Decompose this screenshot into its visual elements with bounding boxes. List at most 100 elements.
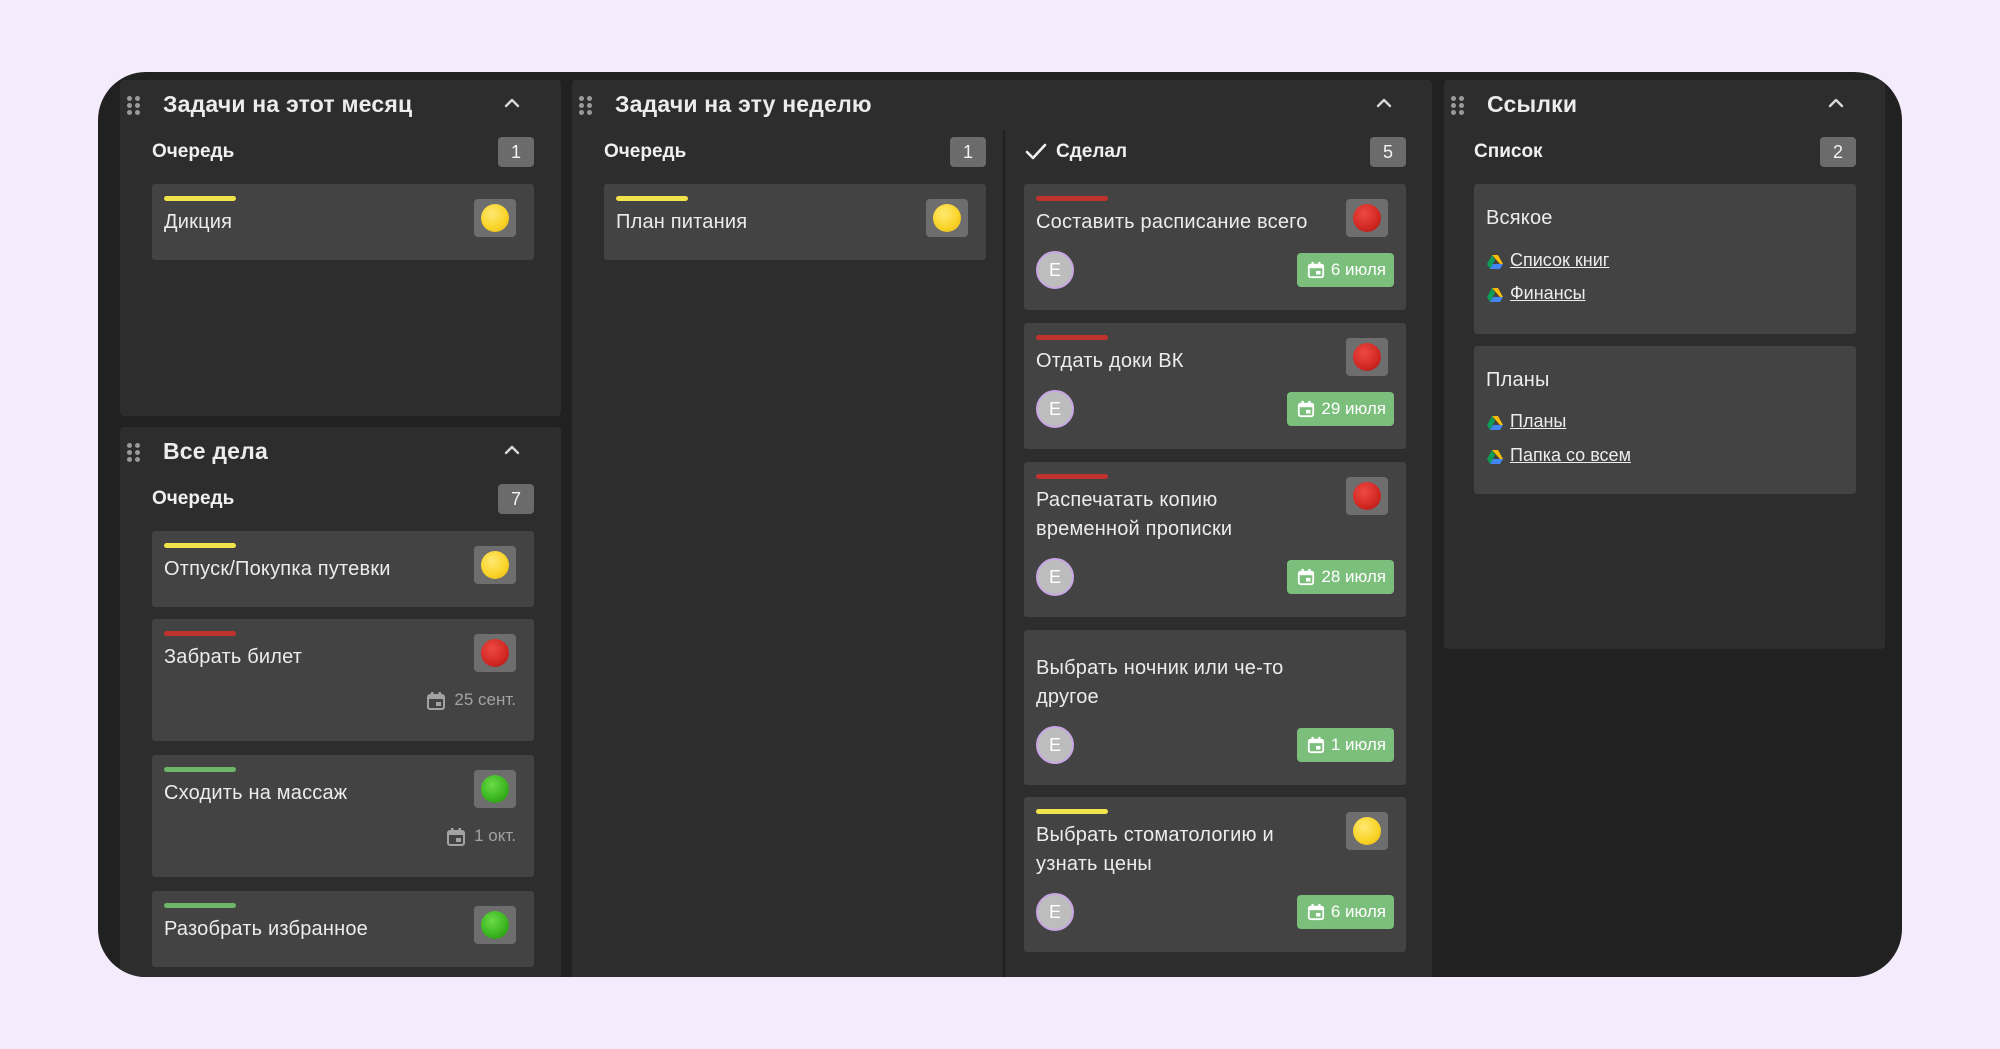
priority-button[interactable] bbox=[1346, 199, 1388, 237]
calendar-icon bbox=[447, 828, 466, 846]
card-title: Всякое bbox=[1486, 207, 1553, 229]
priority-button[interactable] bbox=[1346, 338, 1388, 376]
priority-red-icon bbox=[1353, 482, 1381, 510]
due-date-badge[interactable]: 6 июля bbox=[1296, 253, 1394, 287]
panel-title: Все дела bbox=[163, 438, 268, 464]
due-date-text: 25 сент. bbox=[454, 690, 516, 709]
avatar[interactable]: E bbox=[1036, 893, 1074, 931]
task-card[interactable]: Выбрать стоматологию и узнать цены E 6 и… bbox=[1024, 797, 1406, 952]
card-title: Отдать доки ВК bbox=[1036, 350, 1184, 372]
priority-yellow-icon bbox=[933, 204, 961, 232]
task-card[interactable]: Выбрать ночник или че-то другое E 1 июля bbox=[1024, 630, 1406, 785]
priority-button[interactable] bbox=[474, 906, 516, 944]
link-card[interactable]: Всякое Список книг Финансы bbox=[1474, 184, 1856, 334]
calendar-icon bbox=[1307, 736, 1324, 754]
priority-line bbox=[164, 767, 236, 772]
due-date-text: 28 июля bbox=[1321, 567, 1386, 586]
link-text[interactable]: Финансы bbox=[1510, 283, 1586, 304]
chevron-up-icon[interactable] bbox=[503, 96, 521, 110]
chevron-up-icon[interactable] bbox=[1375, 96, 1393, 110]
google-drive-icon bbox=[1487, 255, 1503, 269]
calendar-icon bbox=[1298, 568, 1315, 586]
card-title: Разобрать избранное bbox=[164, 918, 368, 940]
due-date-badge[interactable]: 28 июля bbox=[1287, 560, 1394, 594]
drag-handle-icon[interactable] bbox=[127, 96, 140, 115]
task-card[interactable]: Составить расписание всего E 6 июля bbox=[1024, 184, 1406, 310]
column-count-badge: 2 bbox=[1820, 137, 1856, 167]
drag-handle-icon[interactable] bbox=[1451, 96, 1464, 115]
card-title: Дикция bbox=[164, 211, 233, 233]
card-title-line: Выбрать стоматологию и bbox=[1036, 824, 1274, 846]
panel-header: Задачи на эту неделю bbox=[572, 80, 1432, 124]
drag-handle-icon[interactable] bbox=[579, 96, 592, 115]
calendar-icon bbox=[1307, 261, 1324, 279]
link-text[interactable]: Планы bbox=[1510, 411, 1566, 432]
card-title-line: другое bbox=[1036, 686, 1099, 708]
priority-line bbox=[164, 631, 236, 636]
avatar[interactable]: E bbox=[1036, 726, 1074, 764]
due-date-badge[interactable]: 1 июля bbox=[1296, 728, 1394, 762]
due-date-text: 1 июля bbox=[1330, 735, 1386, 754]
panel-header: Задачи на этот месяц bbox=[120, 80, 561, 124]
card-title: План питания bbox=[616, 211, 748, 233]
panel-header: Все дела bbox=[120, 427, 561, 471]
google-drive-icon bbox=[1487, 288, 1503, 302]
priority-button[interactable] bbox=[474, 770, 516, 808]
priority-green-icon bbox=[481, 775, 509, 803]
column-header-queue: Очередь 1 bbox=[604, 137, 986, 167]
due-date-text: 6 июля bbox=[1330, 902, 1386, 921]
priority-yellow-icon bbox=[481, 551, 509, 579]
due-date-badge[interactable]: 29 июля bbox=[1287, 392, 1394, 426]
priority-button[interactable] bbox=[474, 546, 516, 584]
calendar-icon bbox=[1307, 903, 1324, 921]
priority-button[interactable] bbox=[474, 634, 516, 672]
priority-line bbox=[164, 903, 236, 908]
avatar[interactable]: E bbox=[1036, 558, 1074, 596]
column-title: Очередь bbox=[152, 141, 235, 162]
column-header-done: Сделал 5 bbox=[1024, 137, 1406, 167]
column-title: Сделал bbox=[1056, 141, 1128, 162]
task-card[interactable]: Разобрать избранное bbox=[152, 891, 534, 967]
panel-week-tasks: Задачи на эту неделю Очередь 1 План пита… bbox=[572, 80, 1432, 977]
task-card[interactable]: Сходить на массаж 1 окт. bbox=[152, 755, 534, 877]
drag-handle-icon[interactable] bbox=[127, 443, 140, 462]
priority-green-icon bbox=[481, 911, 509, 939]
card-title-line: временной прописки bbox=[1036, 518, 1233, 540]
priority-button[interactable] bbox=[1346, 477, 1388, 515]
panel-all-tasks: Все дела Очередь 7 Отпуск/Покупка путевк… bbox=[120, 427, 561, 977]
task-card[interactable]: Отдать доки ВК E 29 июля bbox=[1024, 323, 1406, 449]
task-card[interactable]: Дикция bbox=[152, 184, 534, 260]
card-title-line: узнать цены bbox=[1036, 853, 1153, 875]
priority-button[interactable] bbox=[926, 199, 968, 237]
link-text[interactable]: Список книг bbox=[1510, 250, 1609, 271]
due-date: 1 окт. bbox=[446, 825, 516, 847]
task-card[interactable]: Распечатать копию временной прописки E 2… bbox=[1024, 462, 1406, 617]
chevron-up-icon[interactable] bbox=[503, 443, 521, 457]
column-title: Очередь bbox=[152, 488, 235, 509]
card-title: Сходить на массаж bbox=[164, 782, 348, 804]
priority-yellow-icon bbox=[481, 204, 509, 232]
panel-header: Ссылки bbox=[1444, 80, 1885, 124]
column-count-badge: 7 bbox=[498, 484, 534, 514]
avatar[interactable]: E bbox=[1036, 390, 1074, 428]
priority-line bbox=[1036, 196, 1108, 201]
task-card[interactable]: Забрать билет 25 сент. bbox=[152, 619, 534, 741]
priority-button[interactable] bbox=[1346, 812, 1388, 850]
priority-red-icon bbox=[1353, 204, 1381, 232]
task-card[interactable]: План питания bbox=[604, 184, 986, 260]
calendar-icon bbox=[427, 692, 446, 710]
due-date-badge[interactable]: 6 июля bbox=[1296, 895, 1394, 929]
priority-line bbox=[1036, 809, 1108, 814]
priority-button[interactable] bbox=[474, 199, 516, 237]
column-count-badge: 5 bbox=[1370, 137, 1406, 167]
link-text[interactable]: Папка со всем bbox=[1510, 445, 1631, 466]
column-count-badge: 1 bbox=[498, 137, 534, 167]
avatar[interactable]: E bbox=[1036, 251, 1074, 289]
link-card[interactable]: Планы Планы Папка со всем bbox=[1474, 346, 1856, 494]
column-divider bbox=[1003, 130, 1005, 977]
column-header-queue: Очередь 7 bbox=[152, 484, 534, 514]
chevron-up-icon[interactable] bbox=[1827, 96, 1845, 110]
due-date: 25 сент. bbox=[426, 689, 516, 711]
task-card[interactable]: Отпуск/Покупка путевки bbox=[152, 531, 534, 607]
card-title: Распечатать копию временной прописки bbox=[1036, 486, 1232, 544]
